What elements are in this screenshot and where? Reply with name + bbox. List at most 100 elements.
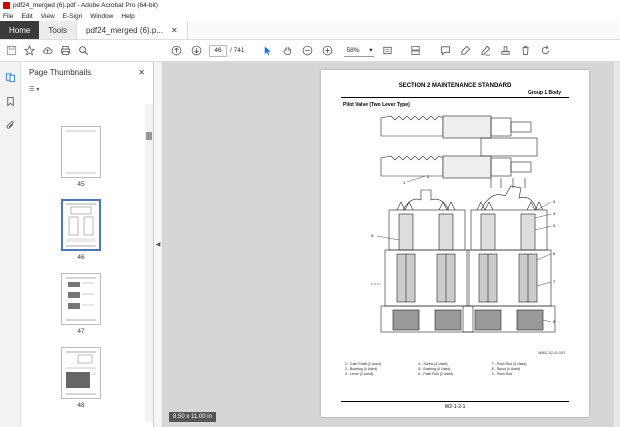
top-view [380,115,538,188]
left-tool-rail [0,62,21,427]
panel-header: Page Thumbnails ✕ [21,62,153,82]
menu-edit[interactable]: Edit [21,13,32,20]
previous-page-icon[interactable] [169,44,183,58]
chevron-down-icon: ▾ [369,47,373,54]
collapse-panel-handle[interactable]: ◀ [154,62,163,427]
menu-bar: File Edit View E-Sign Window Help [0,11,620,21]
section-title: Pilot Valve (Two Lever Type) [343,102,410,108]
thumbnail-scrollbar[interactable] [145,104,153,422]
tab-home[interactable]: Home [0,21,40,39]
thumbnail-page[interactable] [61,126,101,178]
zoom-out-icon[interactable] [300,44,314,58]
window-title: pdf24_merged (6).pdf - Adobe Acrobat Pro… [13,2,158,9]
scrollbar-thumb[interactable] [146,132,152,140]
chevron-down-icon: ▾ [36,86,40,93]
menu-help[interactable]: Help [121,13,134,20]
attachment-icon[interactable] [3,118,17,132]
search-icon[interactable] [76,44,90,58]
zoom-in-icon[interactable] [320,44,334,58]
callout-label: 2 [427,174,430,179]
upload-cloud-icon[interactable] [40,44,54,58]
page-group: Group 1 Body [527,90,561,96]
menu-file[interactable]: File [3,13,13,20]
print-icon[interactable] [58,44,72,58]
legend-item: 6 - Push Rod (2 Used) [418,372,454,376]
page-thumbnails-panel: Page Thumbnails ✕ ☰ ▾ 45 46 47 48 [21,62,154,427]
page-total: / 741 [230,47,245,54]
save-icon[interactable] [4,44,18,58]
legend-item: 4 - Screw (4 Used) [418,362,448,366]
legend-item: 3 - Lever (2 Used) [345,372,374,376]
thumbnail-list: 45 46 47 48 [21,104,146,422]
tab-bar: Home Tools pdf24_merged (6).p... ✕ [0,21,620,40]
callout-label: 3 [553,199,556,204]
legend-item: 1 - Cam Shaft (2 Used) [345,362,381,366]
parts-legend: 1 - Cam Shaft (2 Used) 4 - Screw (4 Used… [345,362,565,376]
main-area: Page Thumbnails ✕ ☰ ▾ 45 46 47 48 ◀ SECT… [0,62,620,427]
sign-icon[interactable] [478,44,492,58]
scroll-mode-icon[interactable] [408,44,422,58]
zoom-value: 58% [346,46,360,54]
callout-label: 4 [553,211,556,216]
figure-reference: W80C-02-01-003 [538,351,565,355]
bookmark-icon[interactable] [3,94,17,108]
panel-options[interactable]: ☰ ▾ [21,82,153,96]
page-size-badge: 8.50 x 11.00 in [169,412,216,422]
tab-document-label: pdf24_merged (6).p... [86,25,163,35]
chevron-left-icon: ◀ [155,242,161,248]
thumbnail-page[interactable] [61,347,101,399]
callout-label: 8 [553,319,556,324]
star-icon[interactable] [22,44,36,58]
legend-item: 9 - Push Rod [491,372,513,376]
page-number-input[interactable]: 46 [209,44,227,57]
acrobat-icon [3,2,10,9]
tab-document[interactable]: pdf24_merged (6).p... ✕ [76,21,188,39]
hand-tool-icon[interactable] [280,44,294,58]
title-bar: pdf24_merged (6).pdf - Adobe Acrobat Pro… [0,0,620,11]
thumbnail-label: 46 [77,254,85,261]
select-cursor-icon[interactable] [260,44,274,58]
panel-title: Page Thumbnails [29,67,92,77]
callout-label: 9 [371,233,374,238]
stamp-icon[interactable] [498,44,512,58]
menu-view[interactable]: View [41,13,55,20]
section-view-right [462,185,556,333]
page-heading: SECTION 2 MAINTENANCE STANDARD [398,83,512,89]
highlight-pen-icon[interactable] [458,44,472,58]
menu-window[interactable]: Window [90,13,113,20]
pdf-page: SECTION 2 MAINTENANCE STANDARD Group 1 B… [321,70,589,417]
viewer-scrollbar[interactable] [614,62,620,427]
tab-tools[interactable]: Tools [39,21,77,39]
rotate-icon[interactable] [538,44,552,58]
zoom-select[interactable]: 58% ▾ [344,45,375,57]
close-tab-icon[interactable]: ✕ [171,26,178,35]
page-number: W2-1-2-1 [444,404,466,410]
callout-label: 7 [553,279,556,284]
document-viewer[interactable]: SECTION 2 MAINTENANCE STANDARD Group 1 B… [163,62,620,427]
comment-icon[interactable] [438,44,452,58]
callout-label: 5 [553,223,556,228]
callout-label: 6 [553,251,556,256]
list-options-icon[interactable]: ☰ [29,86,34,93]
pilot-valve-drawing: 3 4 5 6 7 8 9 1 2 [371,115,556,333]
legend-item: 7 - Push Rod (4 Used) [491,362,527,366]
thumbnail-page-selected[interactable] [61,199,101,251]
close-panel-icon[interactable]: ✕ [138,68,145,77]
fit-page-icon[interactable] [380,44,394,58]
heading-rule [341,97,569,98]
callout-label: 1 [403,180,406,185]
thumbnail-label: 45 [77,181,85,188]
page-thumbnails-icon[interactable] [3,70,17,84]
legend-item: 5 - Bushing (4 Used) [418,367,451,371]
thumbnail-label: 48 [77,402,85,409]
thumbnail-label: 47 [77,328,85,335]
footer-rule [341,401,569,402]
legend-item: 8 - Spool (4 Used) [491,367,521,371]
legend-item: 2 - Bushing (4 Used) [345,367,378,371]
thumbnail-page[interactable] [61,273,101,325]
main-toolbar: 46 / 741 58% ▾ [0,40,620,62]
section-view-left [371,189,474,333]
next-page-icon[interactable] [189,44,203,58]
menu-esign[interactable]: E-Sign [63,13,83,20]
delete-icon[interactable] [518,44,532,58]
